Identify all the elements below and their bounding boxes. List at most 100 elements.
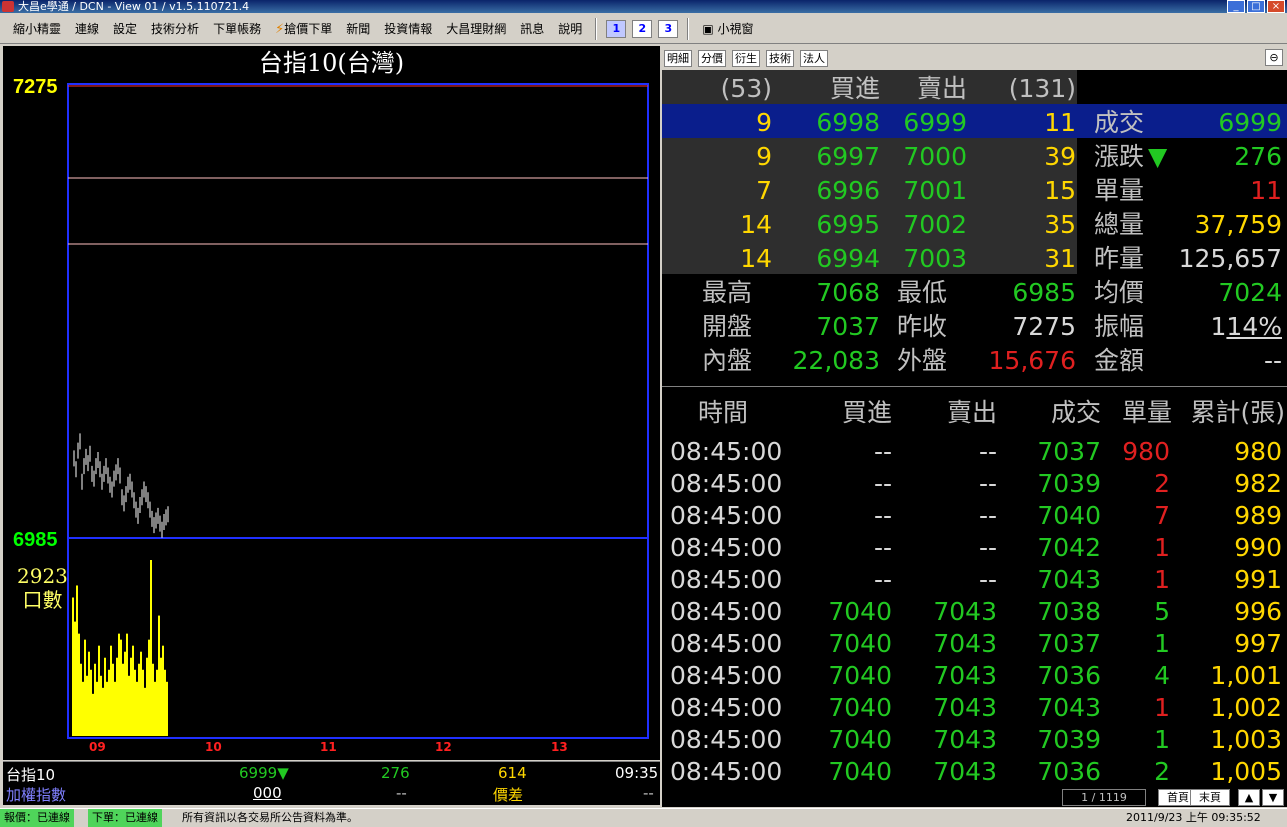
- close-button[interactable]: ×: [1267, 0, 1285, 13]
- tick-header-ask: 賣出: [946, 398, 997, 427]
- intraday-chart: [67, 83, 649, 739]
- book-ask-price: 7002: [903, 210, 967, 239]
- tick-row[interactable]: 08:45:00 7040 7043 7043 1 1,002: [662, 692, 1287, 724]
- tick-bid: --: [873, 469, 892, 498]
- tick-price: 7038: [1037, 597, 1101, 626]
- scroll-down-icon[interactable]: ▼: [1262, 789, 1284, 806]
- tick-row[interactable]: 08:45:00 -- -- 7042 1 990: [662, 532, 1287, 564]
- menu-item-finance-site[interactable]: 大昌理財網: [439, 20, 513, 37]
- zoom-icon[interactable]: ⊖: [1265, 49, 1283, 66]
- menu-item-news[interactable]: 新聞: [339, 20, 377, 37]
- tick-price: 7039: [1037, 725, 1101, 754]
- tick-bid: 7040: [828, 693, 892, 722]
- quote-panel: 明細 分價 衍生 技術 法人 ⊖ (53) 買進 賣出 (131) 9 6998 6…: [662, 46, 1287, 806]
- window-title-bar: 大昌e學通 / DCN - View 01 / v1.5.110721.4 _ …: [0, 0, 1287, 13]
- book-bid-price: 6994: [816, 244, 880, 273]
- volume-bar: [148, 639, 150, 736]
- scroll-up-icon[interactable]: ▲: [1238, 789, 1260, 806]
- book-side-label: 昨量: [1094, 244, 1145, 273]
- book-ask-qty: 35: [1044, 210, 1076, 239]
- tab-detail[interactable]: 明細: [664, 50, 692, 67]
- tick-row[interactable]: 08:45:00 7040 7043 7036 4 1,001: [662, 660, 1287, 692]
- tick-qty: 1: [1154, 725, 1170, 754]
- menu-item-settings[interactable]: 設定: [106, 20, 144, 37]
- order-connection-status: 下單：已連線: [88, 809, 162, 827]
- tick-row[interactable]: 08:45:00 7040 7043 7037 1 997: [662, 628, 1287, 660]
- tick-row[interactable]: 08:45:00 7040 7043 7039 1 1,003: [662, 724, 1287, 756]
- tick-time: 08:45:00: [670, 757, 783, 786]
- tick-ask: 7043: [933, 597, 997, 626]
- menu-item-connect[interactable]: 連線: [68, 20, 106, 37]
- tick-row[interactable]: 08:45:00 7040 7043 7036 2 1,005: [662, 756, 1287, 788]
- maximize-button[interactable]: □: [1247, 0, 1265, 13]
- book-side-value: 37,759: [1194, 210, 1282, 239]
- tick-row[interactable]: 08:45:00 -- -- 7037 980 980: [662, 436, 1287, 468]
- tick-ask: --: [978, 533, 997, 562]
- tick-time: 08:45:00: [670, 725, 783, 754]
- book-side-label: 總量: [1094, 210, 1145, 239]
- tab-price-dist[interactable]: 分價: [698, 50, 726, 67]
- volume-bar: [104, 657, 106, 736]
- tick-ask: --: [978, 469, 997, 498]
- quote-connection-status: 報價：已連線: [0, 809, 74, 827]
- tick-time: 08:45:00: [670, 533, 783, 562]
- volume-bar: [142, 669, 144, 736]
- tick-time: 08:45:00: [670, 629, 783, 658]
- layout-1-button[interactable]: 1: [606, 19, 627, 38]
- menu-separator: [687, 17, 690, 40]
- tab-derivatives[interactable]: 衍生: [732, 50, 760, 67]
- last-price: 6999▼: [239, 764, 289, 782]
- stat-open-label: 開盤: [702, 312, 753, 341]
- index-label: 加權指數: [6, 786, 67, 804]
- tab-institutional[interactable]: 法人: [800, 50, 828, 67]
- tick-row[interactable]: 08:45:00 -- -- 7039 2 982: [662, 468, 1287, 500]
- tick-qty: 4: [1154, 661, 1170, 690]
- menu-item-shrink[interactable]: 縮小精靈: [6, 20, 68, 37]
- book-side-label: 漲跌: [1094, 142, 1145, 171]
- stat-open: 7037: [816, 312, 880, 341]
- tick-ask: 7043: [933, 661, 997, 690]
- volume-bar: [132, 645, 134, 736]
- stat-avg: 7024: [1218, 278, 1282, 307]
- menu-item-tech-analysis[interactable]: 技術分析: [144, 20, 206, 37]
- minimize-button[interactable]: _: [1227, 0, 1245, 13]
- menu-item-orders-account[interactable]: 下單帳務: [206, 20, 268, 37]
- volume-bar: [88, 651, 90, 736]
- volume-bar: [134, 669, 136, 736]
- menu-item-help[interactable]: 說明: [551, 20, 589, 37]
- menu-item-quick-order[interactable]: ⚡搶價下單: [268, 20, 339, 37]
- chart-title: 台指10(台灣): [258, 49, 405, 77]
- book-bid-qty: 9: [756, 108, 772, 137]
- volume-bar: [144, 687, 146, 736]
- volume-bar: [72, 597, 74, 736]
- time-tick: 10: [205, 740, 222, 754]
- volume-bar: [94, 663, 96, 736]
- volume-scale-label: 2923 口數: [17, 564, 68, 612]
- layout-3-button[interactable]: 3: [658, 19, 679, 38]
- volume-bar: [108, 669, 110, 736]
- layout-2-button[interactable]: 2: [632, 19, 653, 38]
- volume-bar: [146, 657, 148, 736]
- tick-bid: 7040: [828, 629, 892, 658]
- lightning-icon: ⚡: [275, 22, 285, 37]
- menu-item-messages[interactable]: 訊息: [513, 20, 551, 37]
- bid-count-header: (53): [720, 74, 772, 103]
- volume-bar: [156, 669, 158, 736]
- last-page-button[interactable]: 末頁: [1190, 789, 1230, 806]
- mini-window-button[interactable]: ▣ 小視窗: [695, 20, 760, 37]
- tick-row[interactable]: 08:45:00 -- -- 7040 7 989: [662, 500, 1287, 532]
- tick-row[interactable]: 08:45:00 -- -- 7043 1 991: [662, 564, 1287, 596]
- volume-bar: [86, 675, 88, 736]
- book-bid-qty: 9: [756, 142, 772, 171]
- tick-time: 08:45:00: [670, 693, 783, 722]
- tick-cum: 1,005: [1210, 757, 1282, 786]
- page-indicator: 1 / 1119: [1062, 789, 1146, 806]
- chart-frame: [67, 83, 649, 739]
- tab-technical[interactable]: 技術: [766, 50, 794, 67]
- menu-item-invest-info[interactable]: 投資情報: [377, 20, 439, 37]
- index-change: --: [396, 784, 407, 802]
- tick-row[interactable]: 08:45:00 7040 7043 7038 5 996: [662, 596, 1287, 628]
- stat-outer: 15,676: [988, 346, 1076, 375]
- volume-bar: [138, 663, 140, 736]
- volume-bar: [160, 657, 162, 736]
